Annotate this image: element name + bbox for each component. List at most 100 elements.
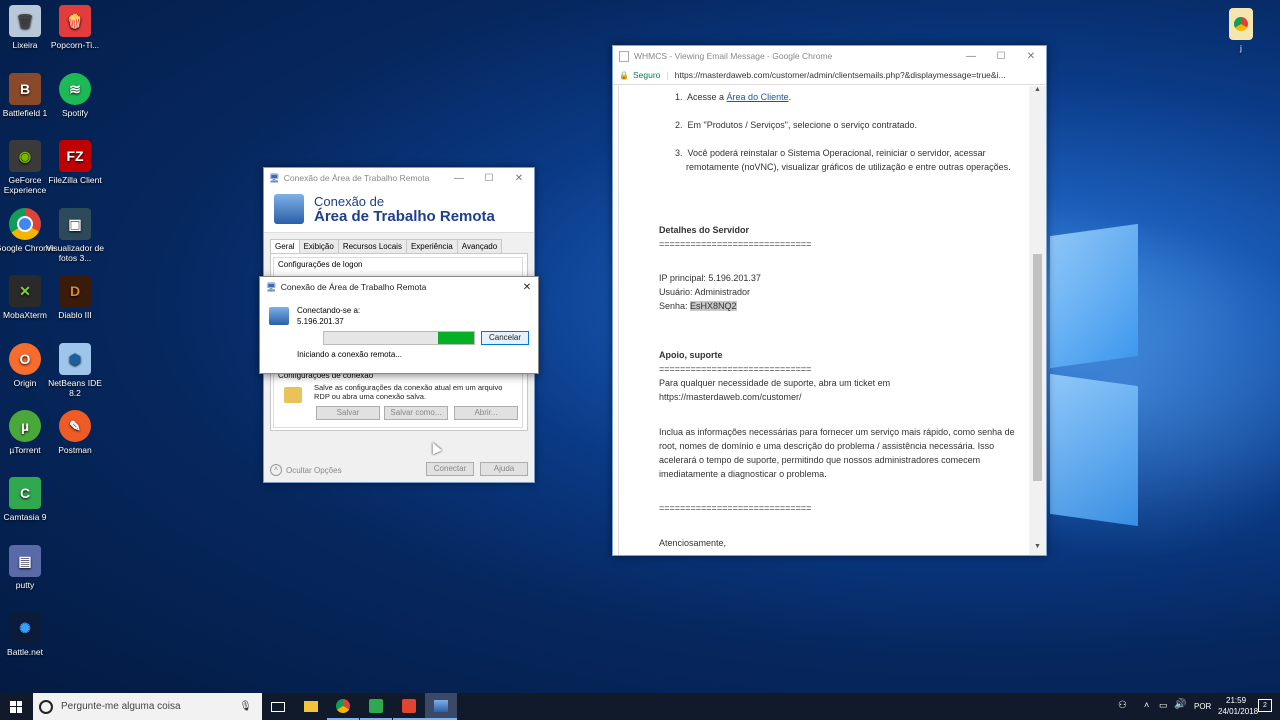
rdp-window-icon: 🖥 [269,172,280,183]
password-selected[interactable]: EsHX8NQ2 [690,301,737,311]
people-icon[interactable]: ⚇ [1118,700,1127,711]
info-text: root, nomes de domínio e uma descrição d… [659,441,995,451]
windows-start-icon [10,700,22,713]
folder-icon [284,387,302,403]
battlenet-icon: ✺ [9,612,41,644]
cancel-button[interactable]: Cancelar [481,331,529,345]
desktop-icon-battlenet[interactable]: ✺ Battle.net [0,612,57,657]
taskbar-camtasia[interactable] [360,693,392,720]
desktop-icon-camtasia[interactable]: C Camtasia 9 [0,477,57,522]
putty-icon: ▤ [9,545,41,577]
task-view-icon [271,701,285,712]
clock-time[interactable]: 21:59 [1226,696,1246,705]
desktop-icon-spotify[interactable]: ≋ Spotify [43,73,107,118]
minimize-icon[interactable]: — [956,51,986,62]
taskbar-chrome[interactable] [327,693,359,720]
address-bar[interactable]: 🔒 Seguro | https://masterdaweb.com/custo… [613,66,1046,85]
chrome-titlebar[interactable]: WHMCS - Viewing Email Message - Google C… [613,46,1046,66]
taskbar-search[interactable]: Pergunte-me alguma coisa 🎙 [33,693,262,720]
rdp-titlebar[interactable]: 🖥 Conexão de Área de Trabalho Remota — ☐… [264,168,534,188]
connecting-titlebar[interactable]: 🖥 Conexão de Área de Trabalho Remota ✕ [260,277,538,297]
separator-line: ============================= [659,239,812,249]
hide-options-link[interactable]: ˄ Ocultar Opções [270,464,342,476]
scrollbar-thumb[interactable] [1033,254,1042,481]
email-content: 1. Acesse a Área do Cliente. 2. Em "Prod… [613,86,1027,555]
desktop-icon-postman[interactable]: ✎ Postman [43,410,107,455]
client-area-link[interactable]: Área do Cliente [727,92,789,102]
show-hidden-icons-icon[interactable]: ˄ [1144,700,1149,710]
recycle-bin-icon: 🗑 [9,5,41,37]
server-details-heading: Detalhes do Servidor [659,225,750,235]
support-text: Para qualquer necessidade de suporte, ab… [659,378,891,388]
close-icon[interactable]: ✕ [1016,51,1046,62]
support-heading: Apoio, suporte [659,350,723,360]
save-button[interactable]: Salvar [316,406,380,420]
maximize-icon[interactable]: ☐ [474,173,504,184]
scroll-up-icon[interactable]: ▲ [1029,86,1046,98]
info-text: imediatamente a diagnosticar o problema. [659,469,827,479]
lock-icon: 🔒 [619,70,629,80]
connect-button[interactable]: Conectar [426,462,474,476]
help-button[interactable]: Ajuda [480,462,528,476]
minimize-icon[interactable]: — [444,173,474,184]
tab-avancado[interactable]: Avançado [456,239,503,253]
rdp-banner-line2: Área de Trabalho Remota [314,208,495,225]
chrome-icon [9,208,41,240]
tab-experiencia[interactable]: Experiência [405,239,458,253]
open-button[interactable]: Abrir... [454,406,518,420]
cortana-icon [39,699,53,714]
scroll-down-icon[interactable]: ▼ [1029,543,1046,555]
taskbar-camtasia-recorder[interactable] [393,693,425,720]
rdp-banner-icon [274,194,304,224]
recorder-icon [402,698,416,713]
desktop-icon-netbeans[interactable]: ⬢ NetBeans IDE 8.2 [43,343,107,398]
windows-logo-light [1050,223,1140,550]
tab-geral[interactable]: Geral [270,239,300,253]
taskbar: Pergunte-me alguma coisa 🎙 ⚇ ˄ ▭ 🔊 POR 2… [0,693,1280,720]
network-icon[interactable]: ▭ [1159,700,1168,711]
desktop-icon-popcorn-time[interactable]: 🍿 Popcorn-Ti... [43,5,107,50]
camtasia-icon: C [9,477,41,509]
close-icon[interactable]: ✕ [504,173,534,184]
tab-recursos-locais[interactable]: Recursos Locais [337,239,407,253]
clock-date[interactable]: 24/01/2018 [1218,707,1258,716]
chrome-title: WHMCS - Viewing Email Message - Google C… [634,51,833,61]
taskbar-remote-desktop[interactable] [425,693,457,720]
ip-line: IP principal: 5.196.201.37 [659,273,761,283]
desktop-icon-diablo[interactable]: D Diablo III [43,275,107,320]
postman-icon: ✎ [59,410,91,442]
start-button[interactable] [0,693,32,720]
desktop-icon-filezilla[interactable]: FZ FileZilla Client [43,140,107,185]
list-item: 1. Acesse a Área do Cliente. [675,92,792,102]
desktop-icon-j[interactable]: j [1209,8,1273,53]
taskbar-file-explorer[interactable] [295,693,327,720]
maximize-icon[interactable]: ☐ [986,51,1016,62]
connection-description: Salve as configurações da conexão atual … [314,383,503,401]
photo-viewer-icon: ▣ [59,208,91,240]
list-item-continued: remotamente (noVNC), visualizar gráficos… [686,162,1011,172]
url-text[interactable]: https://masterdaweb.com/customer/admin/c… [675,70,1006,80]
save-as-button[interactable]: Salvar como... [384,406,448,420]
notification-center-icon[interactable]: 2 [1258,699,1272,712]
page-favicon-icon [619,50,629,62]
task-view-button[interactable] [262,693,294,720]
chrome-window: WHMCS - Viewing Email Message - Google C… [612,45,1047,556]
connection-progress-bar [323,331,475,345]
close-icon[interactable]: ✕ [516,282,538,293]
origin-icon: O [9,343,41,375]
chrome-icon [336,698,350,713]
microphone-icon[interactable]: 🎙 [239,701,252,712]
volume-icon[interactable]: 🔊 [1174,699,1186,710]
desktop-icon-putty[interactable]: ▤ putty [0,545,57,590]
hide-options-label: Ocultar Opções [286,465,342,475]
rdp-banner-line1: Conexão de [314,194,385,209]
tab-exibicao[interactable]: Exibição [298,239,339,253]
language-indicator[interactable]: POR [1194,702,1211,711]
netbeans-icon: ⬢ [59,343,91,375]
desktop-icon-photo-viewer[interactable]: ▣ Visualizador de fotos 3... [43,208,107,263]
connecting-ip: 5.196.201.37 [297,317,344,326]
support-url: https://masterdaweb.com/customer/ [659,392,802,402]
computer-connect-icon [269,307,289,325]
vertical-scrollbar[interactable]: ▲ ▼ [1029,86,1046,555]
rdp-tabs: Geral Exibição Recursos Locais Experiênc… [270,239,534,253]
